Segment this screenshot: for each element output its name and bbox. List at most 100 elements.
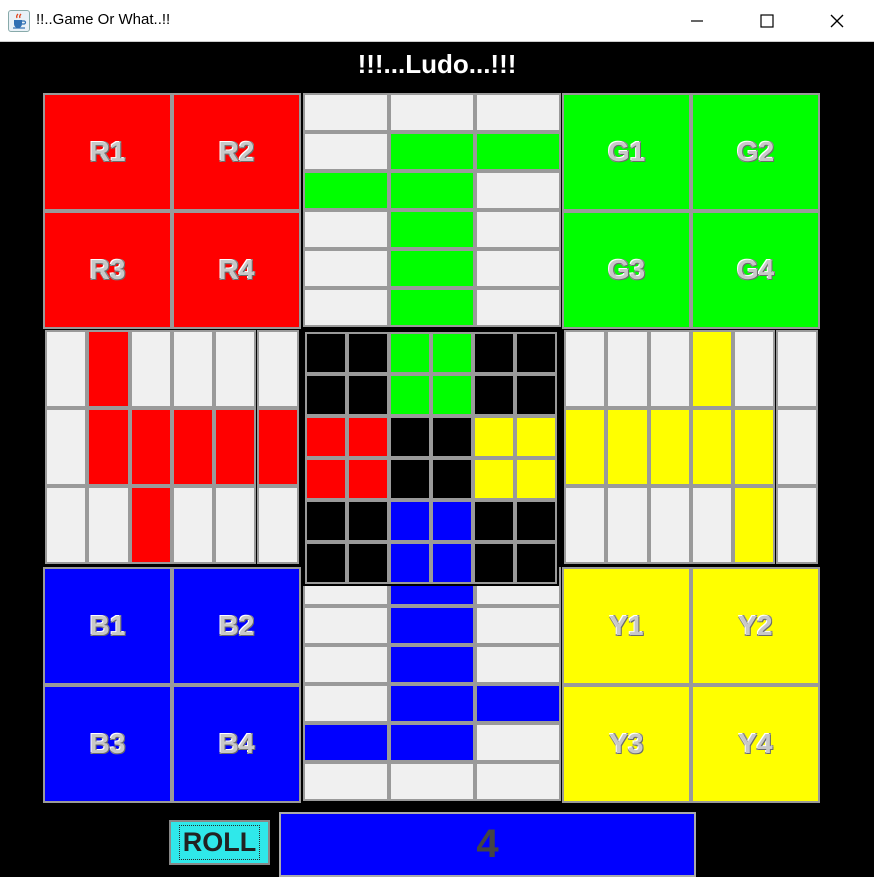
home-cell-green-1[interactable]: G1 xyxy=(562,93,691,211)
board-cell xyxy=(475,606,561,645)
close-icon xyxy=(830,14,844,28)
center-cell xyxy=(431,458,473,500)
board-cell xyxy=(303,645,389,684)
home-cell-blue-4[interactable]: B4 xyxy=(172,685,301,803)
board-cell xyxy=(475,288,561,327)
board-cell xyxy=(389,210,475,249)
center-cell xyxy=(305,374,347,416)
center-cell xyxy=(473,416,515,458)
board-cell xyxy=(606,408,649,486)
home-cell-red-2[interactable]: R2 xyxy=(172,93,301,211)
center-cell xyxy=(305,500,347,542)
center-cell xyxy=(473,374,515,416)
board-cell xyxy=(171,486,215,564)
board-cell xyxy=(389,132,475,171)
window-titlebar: !!..Game Or What..!! xyxy=(0,0,874,42)
board-cell xyxy=(648,408,691,486)
maximize-button[interactable] xyxy=(732,0,802,42)
board-cell xyxy=(606,330,649,408)
center-cell xyxy=(305,458,347,500)
center-cell xyxy=(389,500,431,542)
center-cell xyxy=(473,542,515,584)
center-cell xyxy=(305,332,347,374)
board-cell xyxy=(564,486,607,564)
center-cell xyxy=(473,500,515,542)
board-cell xyxy=(389,93,475,132)
home-cell-green-4[interactable]: G4 xyxy=(691,211,820,329)
home-cell-yellow-4[interactable]: Y4 xyxy=(691,685,820,803)
center-cell xyxy=(389,332,431,374)
center-cell xyxy=(347,374,389,416)
board-cell xyxy=(256,486,299,564)
home-cell-blue-2[interactable]: B2 xyxy=(172,567,301,685)
center-cell xyxy=(431,500,473,542)
minimize-icon xyxy=(691,20,703,22)
board-cell xyxy=(606,486,649,564)
home-cell-blue-1[interactable]: B1 xyxy=(43,567,172,685)
game-title: !!!...Ludo...!!! xyxy=(357,49,517,79)
home-cell-yellow-3[interactable]: Y3 xyxy=(562,685,691,803)
board-cell xyxy=(475,132,561,171)
center-cell xyxy=(431,332,473,374)
board-cell xyxy=(129,330,172,408)
home-cell-green-2[interactable]: G2 xyxy=(691,93,820,211)
center-cell xyxy=(347,458,389,500)
board-cell xyxy=(775,486,818,564)
window-title: !!..Game Or What..!! xyxy=(36,11,171,28)
center-cell xyxy=(347,332,389,374)
board-cell xyxy=(87,330,130,408)
close-button[interactable] xyxy=(802,0,872,42)
center-cell xyxy=(389,542,431,584)
center-cell xyxy=(515,416,557,458)
board-cell xyxy=(303,684,389,723)
center-cell xyxy=(473,332,515,374)
board-cell xyxy=(45,408,88,486)
board-cell xyxy=(733,408,776,486)
home-cell-blue-3[interactable]: B3 xyxy=(43,685,172,803)
dice-display: 4 xyxy=(279,812,696,877)
home-cell-red-4[interactable]: R4 xyxy=(172,211,301,329)
home-cell-red-1[interactable]: R1 xyxy=(43,93,172,211)
board-cell xyxy=(214,408,257,486)
center-cell xyxy=(389,374,431,416)
center-cell xyxy=(347,542,389,584)
board-cell xyxy=(214,486,257,564)
home-cell-green-3[interactable]: G3 xyxy=(562,211,691,329)
maximize-icon xyxy=(760,14,774,28)
board-cell xyxy=(87,486,130,564)
board-cell xyxy=(564,408,607,486)
minimize-button[interactable] xyxy=(662,0,732,42)
board-cell xyxy=(475,210,561,249)
board-cell xyxy=(303,171,389,210)
center-cell xyxy=(473,458,515,500)
center-cell xyxy=(305,416,347,458)
roll-button-label: ROLL xyxy=(178,825,261,860)
board-cell xyxy=(733,330,776,408)
center-cell xyxy=(347,416,389,458)
board-cell xyxy=(129,408,172,486)
java-cup-icon xyxy=(8,10,30,32)
board-cell xyxy=(564,330,607,408)
center-cell xyxy=(389,458,431,500)
board-cell xyxy=(389,606,475,645)
board-cell xyxy=(475,171,561,210)
home-cell-yellow-2[interactable]: Y2 xyxy=(691,567,820,685)
board-cell xyxy=(690,408,734,486)
board-cell xyxy=(303,606,389,645)
board-cell xyxy=(303,288,389,327)
board-cell xyxy=(475,249,561,288)
center-cell xyxy=(389,416,431,458)
center-cell xyxy=(515,374,557,416)
board-cell xyxy=(256,330,299,408)
roll-button[interactable]: ROLL xyxy=(169,820,270,865)
board-cell xyxy=(733,486,776,564)
home-cell-yellow-1[interactable]: Y1 xyxy=(562,567,691,685)
board-cell xyxy=(214,330,257,408)
center-cell xyxy=(347,500,389,542)
board-cell xyxy=(303,93,389,132)
board-cell xyxy=(129,486,172,564)
board-cell xyxy=(389,171,475,210)
center-cell xyxy=(515,542,557,584)
board-cell xyxy=(45,486,88,564)
home-cell-red-3[interactable]: R3 xyxy=(43,211,172,329)
